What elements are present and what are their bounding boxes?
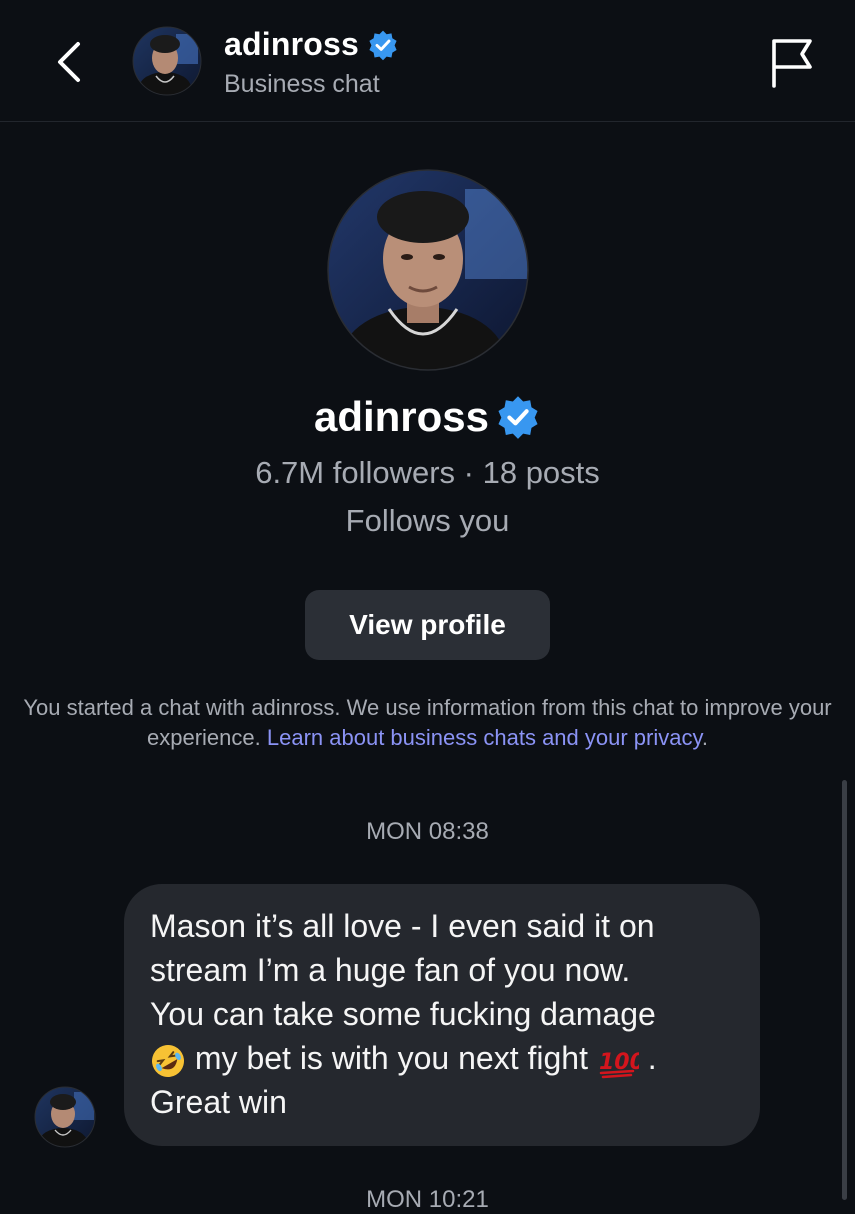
message-line: Great win bbox=[150, 1084, 287, 1120]
profile-avatar[interactable] bbox=[327, 169, 529, 371]
verified-badge-icon bbox=[498, 396, 538, 439]
notice-period: . bbox=[701, 725, 708, 750]
header-subtitle: Business chat bbox=[224, 70, 380, 98]
message-line: my bet is with you next fight 100 . bbox=[150, 1036, 734, 1080]
message-line: You can take some fucking damage bbox=[150, 996, 656, 1032]
verified-badge-icon bbox=[369, 30, 397, 60]
message-line: stream I’m a huge fan of you now. bbox=[150, 952, 631, 988]
message-line-text: my bet is with you next fight bbox=[194, 1040, 588, 1076]
profile-username: adinross bbox=[313, 393, 490, 440]
flag-icon[interactable] bbox=[766, 36, 816, 90]
chat-header: adinross Business chat bbox=[0, 0, 855, 122]
rolling-on-floor-laughing-emoji bbox=[152, 1044, 184, 1077]
message-bubble[interactable]: Mason it’s all love - I even said it on … bbox=[124, 884, 760, 1146]
view-profile-button[interactable]: View profile bbox=[305, 590, 550, 660]
profile-stats: 6.7M followers · 18 posts bbox=[255, 455, 600, 490]
message-timestamp: MON 10:21 bbox=[366, 1186, 489, 1213]
sender-avatar[interactable] bbox=[34, 1086, 96, 1148]
privacy-link[interactable]: Learn about business chats and your priv… bbox=[267, 725, 702, 750]
business-chat-notice: You started a chat with adinross. We use… bbox=[10, 693, 845, 753]
chevron-left-icon[interactable] bbox=[46, 38, 94, 86]
header-username[interactable]: adinross bbox=[224, 26, 359, 63]
hundred-points-emoji: 100 bbox=[599, 1050, 639, 1078]
header-avatar[interactable] bbox=[132, 26, 202, 96]
message-timestamp: MON 08:38 bbox=[366, 818, 489, 845]
message-line: Mason it’s all love - I even said it on bbox=[150, 908, 655, 944]
header-name-row[interactable]: adinross bbox=[224, 26, 399, 63]
message-line-text: . bbox=[647, 1040, 657, 1076]
profile-name-row: adinross bbox=[0, 393, 855, 441]
follows-you-label: Follows you bbox=[345, 503, 510, 538]
